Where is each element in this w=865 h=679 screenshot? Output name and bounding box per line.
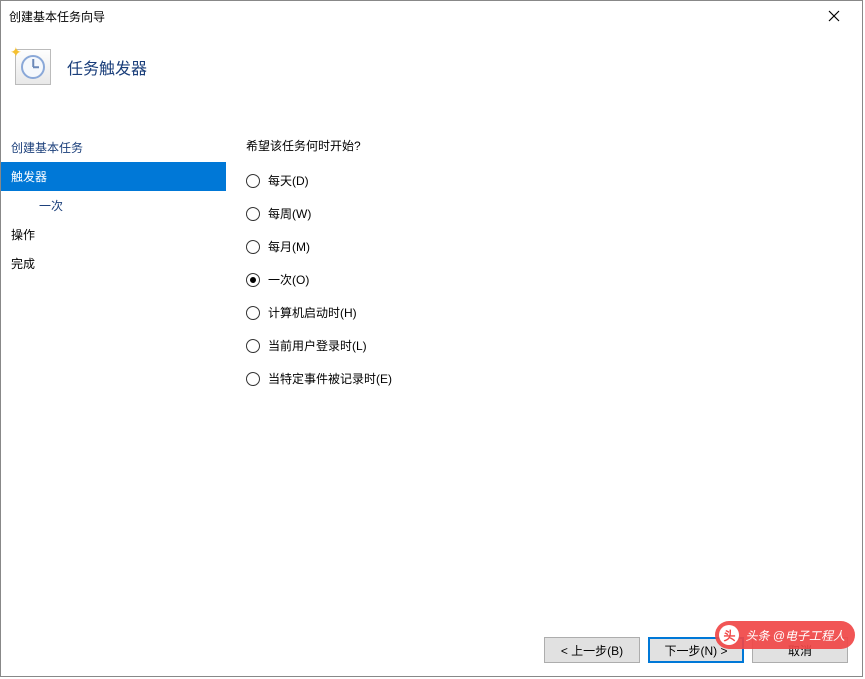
radio-icon — [246, 372, 260, 386]
next-button[interactable]: 下一步(N) > — [648, 637, 744, 663]
radio-icon — [246, 174, 260, 188]
nav-item[interactable]: 完成 — [1, 249, 226, 278]
radio-option[interactable]: 每天(D) — [246, 172, 842, 189]
trigger-radio-group: 每天(D) 每周(W) 每月(M) 一次(O) 计算机启动时(H) 当前用户登录时(L) 当… — [246, 172, 842, 387]
radio-label: 每天(D) — [268, 172, 309, 189]
radio-icon — [246, 273, 260, 287]
wizard-nav: 创建基本任务触发器一次操作完成 — [1, 131, 226, 624]
clock-icon — [21, 55, 45, 79]
radio-icon — [246, 240, 260, 254]
radio-label: 一次(O) — [268, 271, 309, 288]
radio-option[interactable]: 一次(O) — [246, 271, 842, 288]
task-scheduler-icon: ✦ — [15, 49, 51, 85]
wizard-header: ✦ 任务触发器 — [1, 31, 862, 131]
radio-label: 每周(W) — [268, 205, 311, 222]
new-star-icon: ✦ — [10, 44, 22, 61]
radio-icon — [246, 306, 260, 320]
nav-item[interactable]: 创建基本任务 — [1, 133, 226, 162]
page-title: 任务触发器 — [67, 49, 147, 79]
radio-option[interactable]: 当特定事件被记录时(E) — [246, 370, 842, 387]
nav-item[interactable]: 触发器 — [1, 162, 226, 191]
prompt-text: 希望该任务何时开始? — [246, 137, 842, 154]
radio-option[interactable]: 当前用户登录时(L) — [246, 337, 842, 354]
radio-label: 当特定事件被记录时(E) — [268, 370, 392, 387]
radio-option[interactable]: 计算机启动时(H) — [246, 304, 842, 321]
radio-option[interactable]: 每周(W) — [246, 205, 842, 222]
radio-option[interactable]: 每月(M) — [246, 238, 842, 255]
close-icon — [828, 10, 840, 22]
radio-label: 计算机启动时(H) — [268, 304, 357, 321]
cancel-button[interactable]: 取消 — [752, 637, 848, 663]
titlebar: 创建基本任务向导 — [1, 1, 862, 31]
wizard-window: 创建基本任务向导 ✦ 任务触发器 创建基本任务触发器一次操作完成 希望该任务何时… — [0, 0, 863, 677]
nav-item[interactable]: 一次 — [1, 191, 226, 220]
wizard-footer: < 上一步(B) 下一步(N) > 取消 — [1, 624, 862, 676]
nav-item[interactable]: 操作 — [1, 220, 226, 249]
radio-icon — [246, 339, 260, 353]
wizard-body: 创建基本任务触发器一次操作完成 希望该任务何时开始? 每天(D) 每周(W) 每月(… — [1, 131, 862, 624]
radio-label: 每月(M) — [268, 238, 310, 255]
radio-icon — [246, 207, 260, 221]
wizard-content: 希望该任务何时开始? 每天(D) 每周(W) 每月(M) 一次(O) 计算机启动时(H)… — [226, 131, 862, 624]
window-title: 创建基本任务向导 — [9, 8, 814, 25]
close-button[interactable] — [814, 2, 854, 30]
radio-label: 当前用户登录时(L) — [268, 337, 367, 354]
back-button[interactable]: < 上一步(B) — [544, 637, 640, 663]
